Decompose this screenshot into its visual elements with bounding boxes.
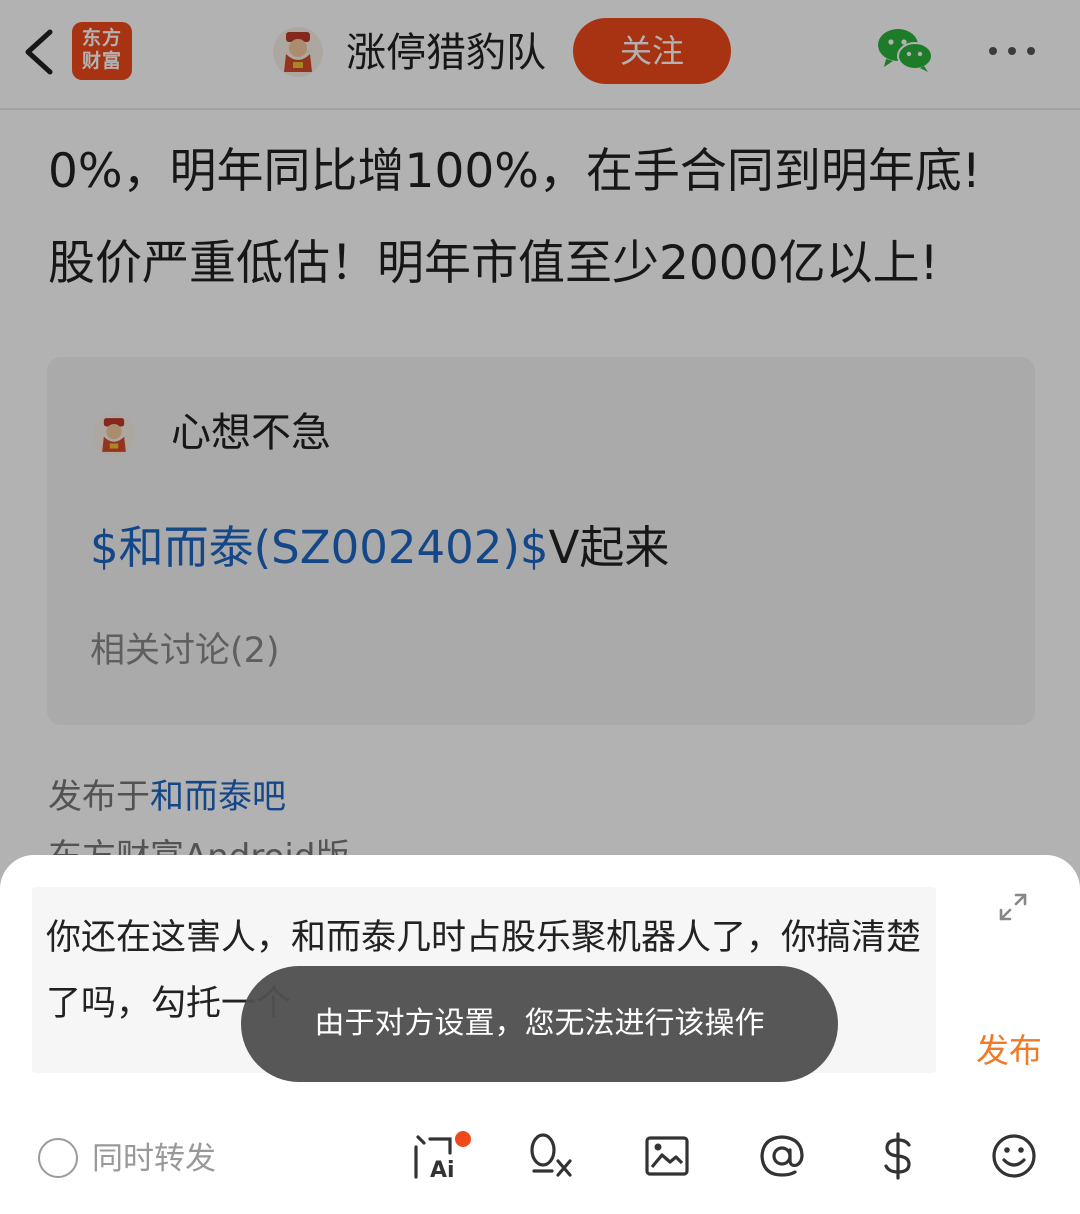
dollar-icon[interactable] [873,1131,923,1181]
stock-search-icon[interactable] [526,1131,576,1181]
repost-checkbox[interactable] [38,1138,78,1178]
image-icon[interactable] [642,1131,692,1181]
repost-label[interactable]: 同时转发 [92,1137,216,1181]
publish-button[interactable]: 发布 [976,1029,1042,1073]
expand-icon[interactable] [997,891,1029,923]
at-mention-icon[interactable] [757,1131,807,1181]
ask-ai-icon[interactable]: Ai [410,1131,460,1181]
svg-text:Ai: Ai [430,1158,455,1181]
toast-message: 由于对方设置，您无法进行该操作 [241,966,838,1082]
ai-notification-dot [455,1131,471,1147]
emoji-icon[interactable] [989,1131,1039,1181]
